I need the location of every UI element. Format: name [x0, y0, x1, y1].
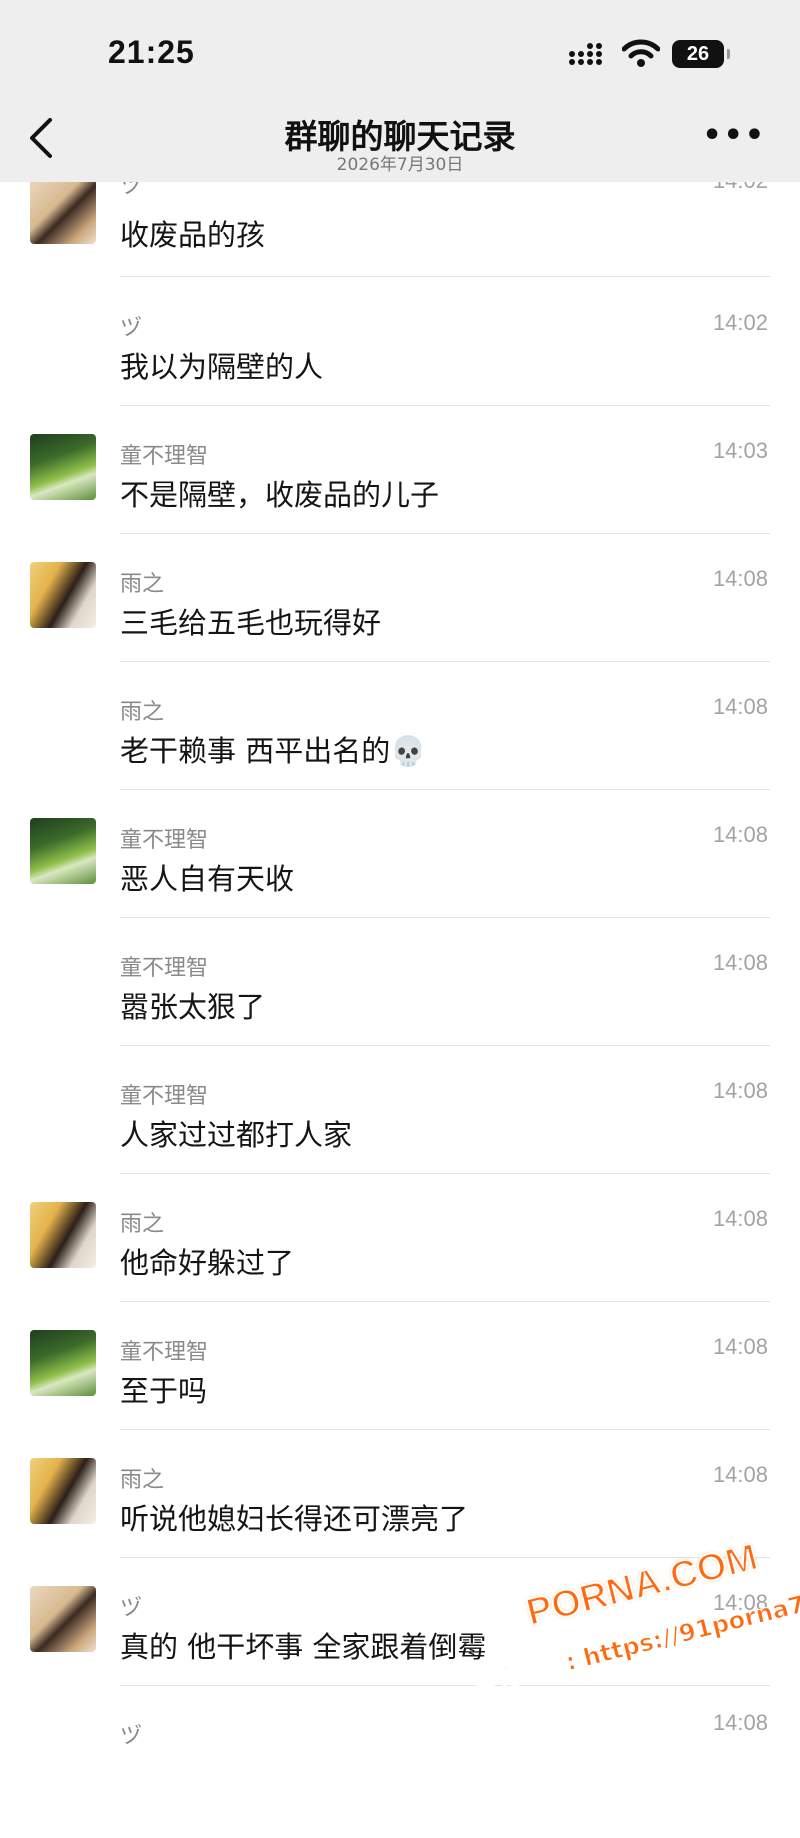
avatar[interactable]: [30, 1202, 96, 1268]
message-text: 收废品的孩: [120, 218, 266, 252]
message-item: ヅ 14:08: [0, 1710, 800, 1838]
message-time: 14:02: [712, 310, 768, 335]
message-sender: 雨之: [120, 1212, 165, 1237]
message-item: ヅ 14:02 收废品的孩: [0, 168, 800, 310]
message-time: 14:08: [712, 694, 768, 719]
avatar[interactable]: [30, 562, 96, 628]
message-item: ヅ 14:08 真的 他干坏事 全家跟着倒霉: [0, 1582, 800, 1710]
message-time: 14:08: [712, 822, 768, 847]
message-text: 老干赖事 西平出名的💀: [120, 734, 427, 768]
battery-icon: 26: [672, 40, 730, 68]
avatar[interactable]: [30, 178, 96, 244]
message-text: 三毛给五毛也玩得好: [120, 606, 382, 640]
message-time: 14:03: [712, 438, 768, 463]
avatar[interactable]: [30, 1458, 96, 1524]
message-sender: 童不理智: [120, 444, 209, 469]
message-sender: 童不理智: [120, 1084, 209, 1109]
message-item: ヅ 14:02 我以为隔壁的人: [0, 302, 800, 430]
message-text: 嚣张太狠了: [120, 990, 266, 1024]
message-divider: [120, 1429, 770, 1430]
message-time: 14:08: [712, 950, 768, 975]
status-time: 21:25: [108, 34, 195, 70]
message-sender: 雨之: [120, 572, 165, 597]
message-text: 我以为隔壁的人: [120, 350, 324, 384]
message-item: 童不理智 14:08 人家过过都打人家: [0, 1070, 800, 1198]
message-divider: [120, 1301, 770, 1302]
message-item: 雨之 14:08 老干赖事 西平出名的💀: [0, 686, 800, 814]
message-text: 恶人自有天收: [120, 862, 295, 896]
message-time: 14:08: [712, 1078, 768, 1103]
message-divider: [120, 1173, 770, 1174]
message-divider: [120, 533, 770, 534]
top-bar: 21:25 26 群聊的聊天记录 2026年7月30日 •••: [0, 0, 800, 182]
message-text: 听说他媳妇长得还可漂亮了: [120, 1502, 469, 1536]
message-divider: [120, 661, 770, 662]
more-options-button[interactable]: •••: [702, 121, 766, 151]
message-item: 童不理智 14:08 恶人自有天收: [0, 814, 800, 942]
message-text: 不是隔壁，收废品的儿子: [120, 478, 440, 512]
wifi-icon: [622, 39, 660, 67]
message-sender: 雨之: [120, 1468, 165, 1493]
message-item: 童不理智 14:03 不是隔壁，收废品的儿子: [0, 430, 800, 558]
message-divider: [120, 1557, 770, 1558]
message-time: 14:08: [712, 1590, 768, 1615]
message-time: 14:08: [712, 1334, 768, 1359]
cellular-signal-icon: [569, 43, 602, 65]
message-divider: [120, 276, 770, 277]
message-sender: ヅ: [120, 1596, 143, 1621]
message-text: 真的 他干坏事 全家跟着倒霉: [120, 1630, 487, 1664]
avatar[interactable]: [30, 818, 96, 884]
message-text: 他命好躲过了: [120, 1246, 295, 1280]
message-divider: [120, 917, 770, 918]
message-sender: ヅ: [120, 316, 143, 341]
message-item: 雨之 14:08 他命好躲过了: [0, 1198, 800, 1326]
message-text: 至于吗: [120, 1374, 208, 1408]
message-divider: [120, 1685, 770, 1686]
message-item: 童不理智 14:08 嚣张太狠了: [0, 942, 800, 1070]
message-time: 14:08: [712, 566, 768, 591]
avatar[interactable]: [30, 1330, 96, 1396]
chat-date: 2026年7月30日: [336, 155, 464, 175]
message-item: 雨之 14:08 三毛给五毛也玩得好: [0, 558, 800, 686]
message-sender: ヅ: [120, 1724, 143, 1749]
avatar[interactable]: [30, 1586, 96, 1652]
message-time: 14:08: [712, 1710, 768, 1735]
message-sender: 雨之: [120, 700, 165, 725]
message-item: 雨之 14:08 听说他媳妇长得还可漂亮了: [0, 1454, 800, 1582]
message-time: 14:08: [712, 1206, 768, 1231]
message-item: 童不理智 14:08 至于吗: [0, 1326, 800, 1454]
message-divider: [120, 405, 770, 406]
message-divider: [120, 789, 770, 790]
message-time: 14:08: [712, 1462, 768, 1487]
message-sender: 童不理智: [120, 956, 209, 981]
message-divider: [120, 1045, 770, 1046]
message-text: 人家过过都打人家: [120, 1118, 353, 1152]
avatar[interactable]: [30, 434, 96, 500]
message-sender: 童不理智: [120, 828, 209, 853]
message-sender: 童不理智: [120, 1340, 209, 1365]
